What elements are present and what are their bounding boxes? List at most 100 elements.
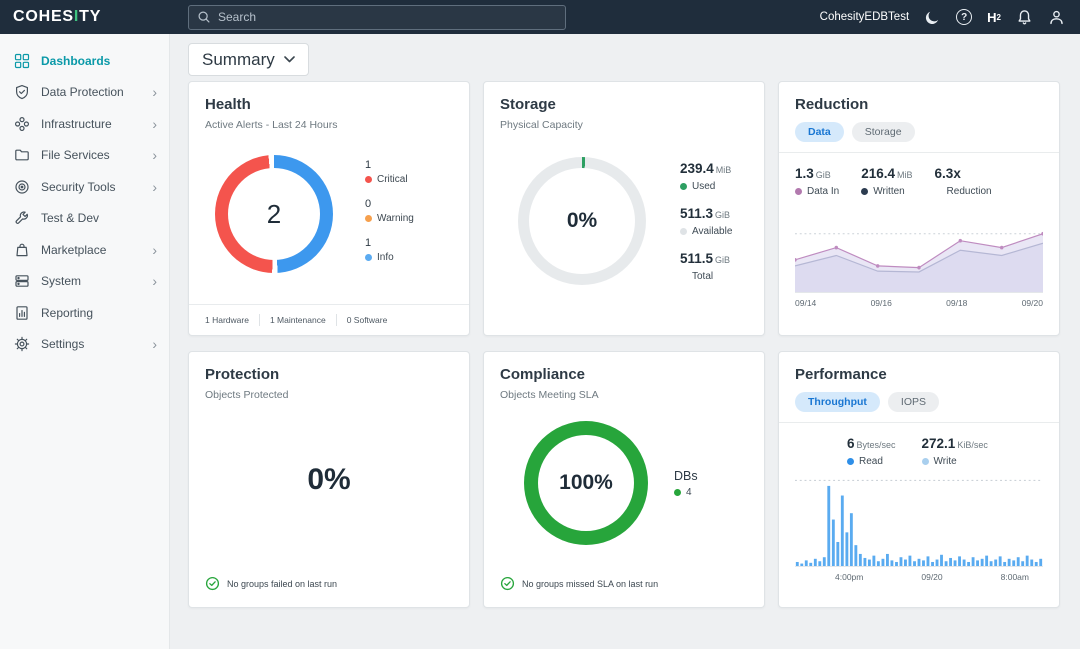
health-donut-chart[interactable]: 2 (215, 155, 333, 273)
stat-label: Write (934, 456, 957, 467)
reduction-stat-written: 216.4MiB Written (861, 165, 912, 197)
sidebar-item-dashboards[interactable]: Dashboards (0, 45, 169, 77)
sidebar-item-label: File Services (41, 148, 110, 162)
page-body: Dashboards Data Protection › Infrastruct… (0, 34, 1080, 649)
sidebar-item-test-and-dev[interactable]: Test & Dev (0, 203, 169, 235)
helios-superscript: 2 (997, 13, 1001, 22)
sidebar-item-security-tools[interactable]: Security Tools › (0, 171, 169, 203)
performance-bar-chart[interactable] (795, 475, 1043, 567)
tab-storage[interactable]: Storage (852, 122, 915, 142)
report-chart-icon (14, 305, 30, 321)
sidebar-item-reporting[interactable]: Reporting (0, 297, 169, 329)
sidebar-item-label: Reporting (41, 306, 93, 320)
sidebar-item-infrastructure[interactable]: Infrastructure › (0, 108, 169, 140)
shield-check-icon (14, 84, 30, 100)
compliance-percent: 100% (559, 471, 613, 495)
legend-label: Critical (377, 174, 408, 185)
tab-data[interactable]: Data (795, 122, 844, 142)
health-donut-hole: 2 (228, 168, 320, 260)
stat-value: 511.3 (680, 206, 713, 221)
sidebar-item-label: Dashboards (41, 54, 110, 68)
x-tick: 8:00am (1001, 572, 1029, 582)
storage-donut-hole: 0% (529, 168, 635, 274)
sidebar-item-file-services[interactable]: File Services › (0, 140, 169, 172)
x-tick: 4:00pm (835, 572, 863, 582)
reduction-tabs: Data Storage (795, 122, 1043, 142)
stat-label: Data In (807, 186, 839, 197)
used-dot (680, 183, 687, 190)
dashboards-grid-icon (14, 53, 30, 69)
helios-badge-icon[interactable]: H2 (987, 10, 1001, 25)
stat-unit: KiB/sec (957, 440, 988, 450)
logo-text-right: TY (79, 8, 101, 25)
sidebar-nav: Dashboards Data Protection › Infrastruct… (0, 34, 170, 649)
card-subtitle: Physical Capacity (500, 119, 748, 131)
global-search[interactable] (188, 5, 566, 30)
storage-stat-total: 511.5GiB Total (680, 250, 732, 282)
card-subtitle: Active Alerts - Last 24 Hours (205, 119, 453, 131)
stat-label: Available (692, 226, 732, 237)
storage-stat-available: 511.3GiB Available (680, 205, 732, 237)
chevron-right-icon: › (152, 243, 157, 257)
folder-icon (14, 147, 30, 163)
top-bar: COHESITY CohesityEDBTest ? H2 (0, 0, 1080, 34)
system-stack-icon (14, 273, 30, 289)
critical-dot (365, 176, 372, 183)
stat-value: 239.4 (680, 161, 714, 176)
legend-item-info[interactable]: 1 Info (365, 237, 414, 263)
health-legend: 1 Critical 0 Warning 1 Info (365, 155, 414, 263)
reduction-area-chart[interactable] (795, 205, 1043, 293)
dark-mode-moon-icon[interactable] (924, 9, 941, 26)
check-circle-icon (205, 576, 220, 591)
x-tick: 09/20 (921, 572, 942, 582)
chevron-right-icon: › (152, 85, 157, 99)
notifications-bell-icon[interactable] (1016, 9, 1033, 26)
x-tick: 09/20 (1022, 298, 1043, 308)
data-in-dot (795, 188, 802, 195)
stat-value: 511.5 (680, 251, 713, 266)
help-icon[interactable]: ? (956, 9, 972, 25)
sidebar-item-marketplace[interactable]: Marketplace › (0, 234, 169, 266)
compliance-legend: DBs 4 (674, 469, 698, 498)
help-question-mark: ? (956, 9, 972, 25)
dashboard-view-selector[interactable]: Summary (188, 43, 309, 76)
search-input[interactable] (218, 10, 557, 24)
sidebar-item-data-protection[interactable]: Data Protection › (0, 77, 169, 109)
legend-item-warning[interactable]: 0 Warning (365, 198, 414, 224)
main-content: Summary Health Active Alerts - Last 24 H… (170, 34, 1080, 649)
storage-body: 0% 239.4MiB Used 511.3GiB Available (500, 157, 748, 285)
divider (259, 314, 260, 326)
app-root: COHESITY CohesityEDBTest ? H2 (0, 0, 1080, 649)
sidebar-item-label: System (41, 274, 81, 288)
stat-value: 272.1 (922, 436, 956, 451)
legend-label: Warning (377, 213, 414, 224)
storage-stat-used: 239.4MiB Used (680, 160, 732, 192)
user-account-icon[interactable] (1048, 9, 1065, 26)
sidebar-item-system[interactable]: System › (0, 266, 169, 298)
sidebar-item-label: Infrastructure (41, 117, 112, 131)
stat-label: Total (692, 271, 713, 282)
write-dot (922, 458, 929, 465)
tab-throughput[interactable]: Throughput (795, 392, 880, 412)
stat-value: 6 (847, 436, 855, 451)
sidebar-item-settings[interactable]: Settings › (0, 329, 169, 361)
divider (336, 314, 337, 326)
storage-card: Storage Physical Capacity 0% 239.4MiB Us… (483, 81, 765, 336)
compliance-donut-chart[interactable]: 100% (524, 421, 648, 545)
tab-iops[interactable]: IOPS (888, 392, 939, 412)
performance-x-axis: 4:00pm 09/20 8:00am (795, 572, 1043, 582)
cohesity-logo[interactable]: COHESITY (13, 8, 188, 26)
storage-donut-chart[interactable]: 0% (518, 157, 646, 285)
reduction-stats: 1.3GiB Data In 216.4MiB Written 6.3x Red… (795, 165, 1043, 197)
health-total-alerts: 2 (267, 199, 281, 230)
cluster-name[interactable]: CohesityEDBTest (820, 11, 909, 23)
available-dot (680, 228, 687, 235)
legend-count: 0 (365, 198, 414, 210)
legend-item-critical[interactable]: 1 Critical (365, 159, 414, 185)
compliance-body: 100% DBs 4 (500, 421, 748, 545)
card-title: Compliance (500, 366, 748, 383)
search-icon (197, 10, 211, 24)
read-dot (847, 458, 854, 465)
infrastructure-nodes-icon (14, 116, 30, 132)
performance-card: Performance Throughput IOPS 6Bytes/sec R… (778, 351, 1060, 608)
